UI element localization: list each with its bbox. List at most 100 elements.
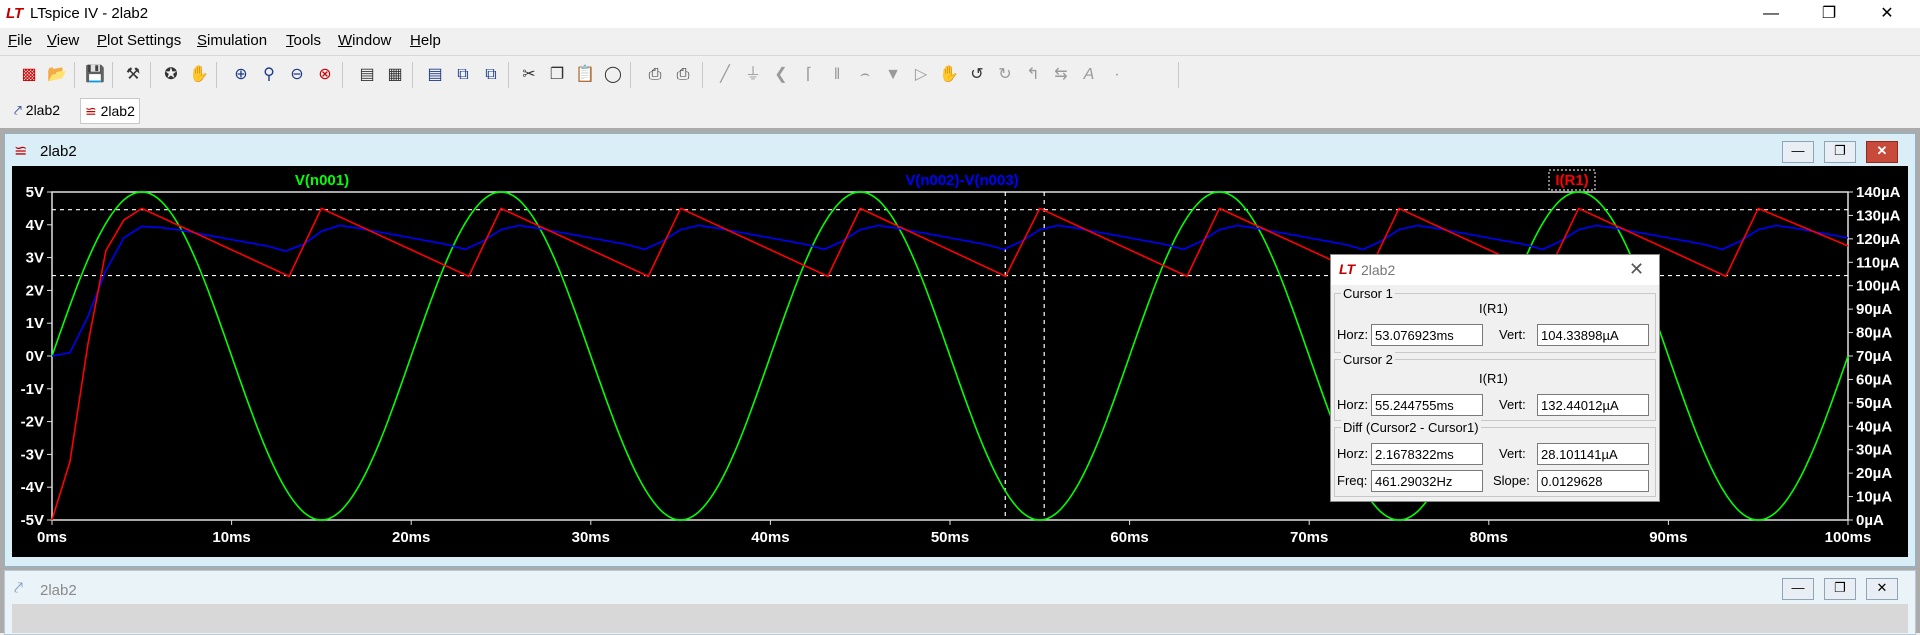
label-net-icon[interactable]: ❮ [770,64,792,86]
component-icon[interactable]: ▷ [910,64,932,86]
menu-view[interactable]: View [47,32,79,49]
schematic-canvas[interactable] [12,604,1908,633]
tile-vertical-icon[interactable]: ⧉ [480,64,502,86]
plot-minimize-button[interactable]: — [1782,141,1814,163]
move-icon[interactable]: ✋ [938,64,960,86]
diode-icon[interactable]: ▼ [882,64,904,86]
rotate-icon[interactable]: ↰ [1022,64,1044,86]
schem-minimize-button[interactable]: — [1782,578,1814,600]
menu-bar: File View Plot Settings Simulation Tools… [0,28,1920,54]
toolbar: ▩ 📂 💾 ⚒ ✪ ✋ ⊕ ⚲ ⊖ ⊗ ▤ ▦ ▤ ⧉ ⧉ ✂ ❐ 📋 ◯ ⎙ … [0,55,1920,95]
toolbar-separator [1178,62,1179,88]
trace-label: I(R1) [1555,172,1588,189]
close-button[interactable]: ✕ [1864,0,1910,28]
print-setup-icon[interactable]: ⎙ [644,64,666,86]
diff-vert-label: Vert: [1499,446,1526,461]
zoom-out-icon[interactable]: ⊖ [286,64,308,86]
plot-restore-button[interactable]: ❐ [1824,141,1856,163]
x-tick-label: 70ms [1290,529,1328,546]
menu-plot-settings[interactable]: Plot Settings [97,32,181,49]
draw-wire-icon[interactable]: ╱ [714,64,736,86]
cascade-icon[interactable]: ⧉ [452,64,474,86]
waveform-icon: ≌ [14,143,28,160]
y-right-tick-label: 130µA [1856,207,1901,224]
print-icon[interactable]: ⎙ [672,64,694,86]
y-right-tick-label: 70µA [1856,348,1892,365]
text-icon[interactable]: A [1078,64,1100,86]
diff-vert-field[interactable]: 28.101141µA [1537,443,1649,465]
diff-slope-field[interactable]: 0.0129628 [1537,470,1649,492]
schem-restore-button[interactable]: ❐ [1824,578,1856,600]
x-tick-label: 0ms [37,529,67,546]
schem-close-button[interactable]: ✕ [1866,578,1898,600]
capacitor-icon[interactable]: ‖ [826,64,848,86]
cursor2-vert-field[interactable]: 132.44012µA [1537,394,1649,416]
tab-waveform[interactable]: ≌ 2lab2 [80,98,140,124]
y-left-tick-label: -2V [21,414,44,431]
new-schematic-icon[interactable]: ▩ [18,64,40,86]
y-right-tick-label: 110µA [1856,254,1900,271]
maximize-button[interactable]: ❐ [1806,0,1852,28]
cursor1-group-label: Cursor 1 [1341,286,1395,301]
y-left-tick-label: 5V [26,184,44,201]
tile-horizontal-icon[interactable]: ▤ [424,64,446,86]
plot-close-button[interactable]: ✕ [1866,141,1898,163]
mirror-icon[interactable]: ⇆ [1050,64,1072,86]
control-panel-icon[interactable]: ⚒ [122,64,144,86]
y-right-tick-label: 0µA [1856,512,1884,529]
y-right-tick-label: 140µA [1856,184,1901,201]
inductor-icon[interactable]: ⌢ [854,64,876,86]
diff-horz-field[interactable]: 2.1678322ms [1371,443,1483,465]
zoom-area-icon[interactable]: ⊕ [230,64,252,86]
x-tick-label: 40ms [751,529,789,546]
paste-icon[interactable]: 📋 [574,64,596,86]
ground-icon[interactable]: ⏚ [742,64,764,86]
cursor1-horz-field[interactable]: 53.076923ms [1371,324,1483,346]
toolbar-separator [508,62,509,88]
schematic-icon: ⤤ [14,580,24,597]
menu-window[interactable]: Window [338,32,391,49]
find-icon[interactable]: ◯ [602,64,624,86]
diff-slope-label: Slope: [1493,473,1530,488]
toolbar-separator [216,62,217,88]
trace-label: V(n001) [295,172,349,189]
toolbar-separator [630,62,631,88]
halt-icon[interactable]: ✋ [188,64,210,86]
dialog-close-icon[interactable]: ✕ [1629,259,1644,280]
menu-simulation[interactable]: Simulation [197,32,267,49]
title-bar: LT LTspice IV - 2lab2 — ❐ ✕ [0,0,1920,28]
spice-directive-icon[interactable]: ∙ [1106,64,1128,86]
dialog-title-bar[interactable]: LT 2lab2 ✕ [1331,255,1659,285]
schematic-icon: ⤤ [14,102,22,118]
minimize-button[interactable]: — [1748,0,1794,28]
cut-icon[interactable]: ✂ [518,64,540,86]
y-left-tick-label: 4V [26,217,44,234]
autorange-icon[interactable]: ▤ [356,64,378,86]
open-folder-icon[interactable]: 📂 [46,64,68,86]
diff-freq-field[interactable]: 461.29032Hz [1371,470,1483,492]
pick-visible-traces-icon[interactable]: ▦ [384,64,406,86]
y-right-tick-label: 40µA [1856,418,1892,435]
run-icon[interactable]: ✪ [160,64,182,86]
undo-icon[interactable]: ↺ [966,64,988,86]
menu-help[interactable]: Help [410,32,441,49]
save-icon[interactable]: 💾 [84,64,106,86]
x-tick-label: 60ms [1110,529,1148,546]
cursor1-vert-field[interactable]: 104.33898µA [1537,324,1649,346]
tab-label: 2lab2 [25,102,61,118]
cursor2-horz-field[interactable]: 55.244755ms [1371,394,1483,416]
tab-schematic[interactable]: ⤤ 2lab2 [10,98,64,122]
menu-tools[interactable]: Tools [286,32,321,49]
redo-icon[interactable]: ↻ [994,64,1016,86]
zoom-fit-icon[interactable]: ⊗ [314,64,336,86]
menu-file[interactable]: File [8,32,32,49]
pan-icon[interactable]: ⚲ [258,64,280,86]
copy-icon[interactable]: ❐ [546,64,568,86]
x-tick-label: 100ms [1825,529,1872,546]
x-tick-label: 30ms [572,529,610,546]
resistor-icon[interactable]: ⌈ [798,64,820,86]
toolbar-separator [112,62,113,88]
toolbar-separator [74,62,75,88]
y-left-tick-label: 0V [26,348,44,365]
waveform-icon: ≌ [85,103,97,119]
